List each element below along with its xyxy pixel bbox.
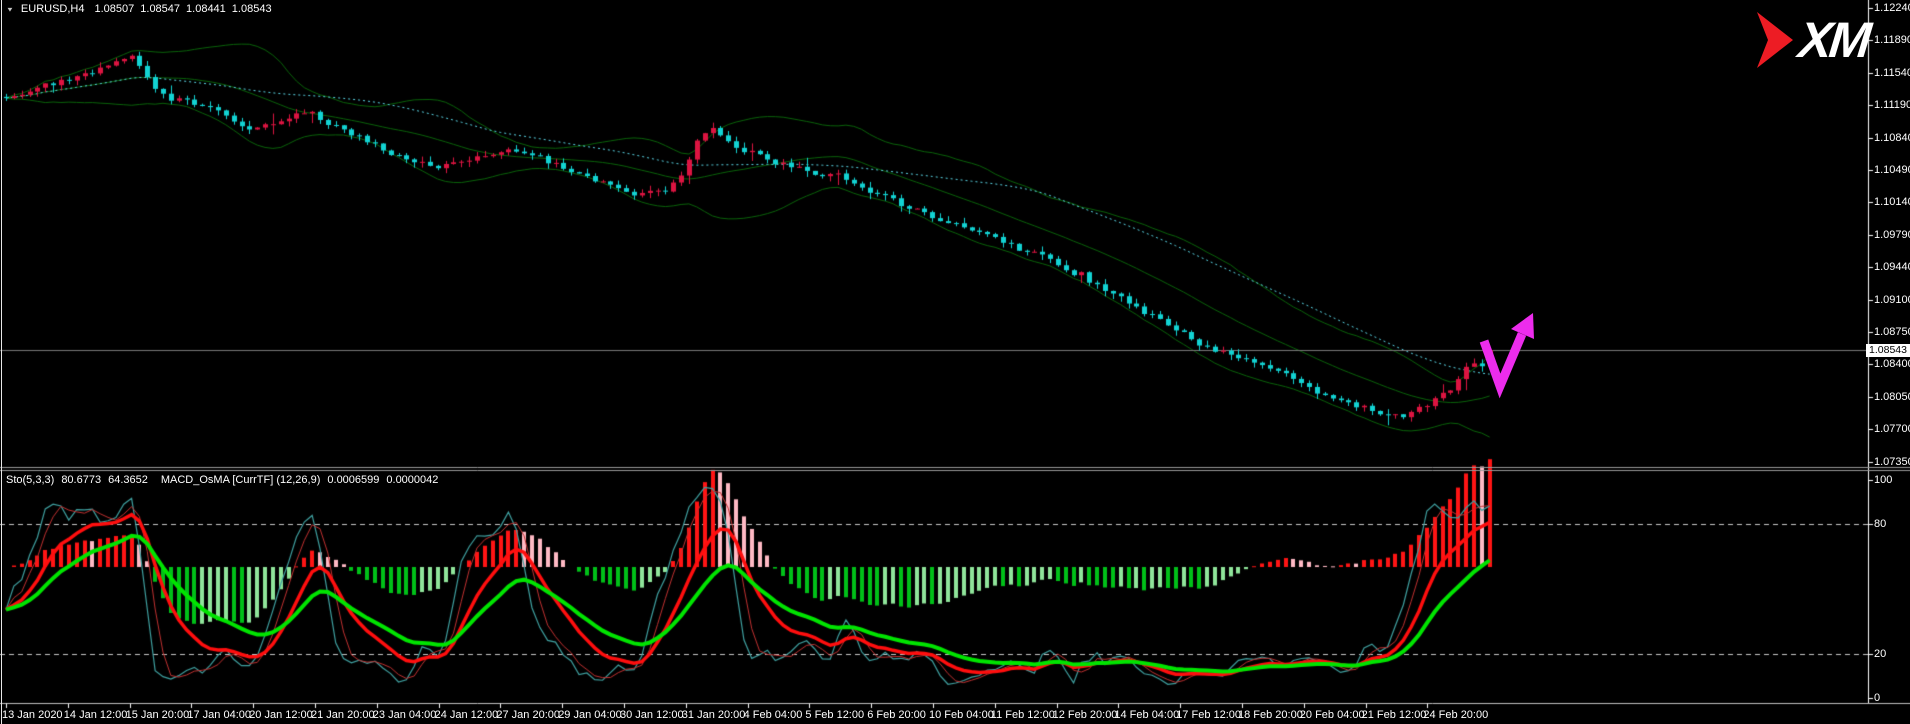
time-tick-label: 15 Jan 20:00 <box>126 709 190 721</box>
xm-logo-arrow-icon <box>1757 12 1797 68</box>
stochastic-d-value: 64.3652 <box>108 474 148 486</box>
time-tick-label: 20 Jan 12:00 <box>249 709 313 721</box>
ohlc-header: ▼ EURUSD,H4 1.08507 1.08547 1.08441 1.08… <box>6 3 278 15</box>
chart-canvas[interactable] <box>0 0 1910 724</box>
price-tick-label: 1.10140 <box>1874 196 1910 208</box>
low-value: 1.08441 <box>186 3 226 15</box>
time-tick-label: 6 Feb 20:00 <box>867 709 926 721</box>
time-tick-label: 27 Jan 20:00 <box>496 709 560 721</box>
time-tick-label: 29 Jan 04:00 <box>558 709 622 721</box>
price-tick-label: 1.07700 <box>1874 423 1910 435</box>
time-tick-label: 10 Feb 04:00 <box>929 709 994 721</box>
symbol-timeframe-label: EURUSD,H4 <box>21 3 85 15</box>
level-tick-label: 100 <box>1874 474 1892 486</box>
price-tick-label: 1.10840 <box>1874 132 1910 144</box>
stochastic-k-value: 80.6773 <box>61 474 101 486</box>
price-tick-label: 1.08750 <box>1874 326 1910 338</box>
time-tick-label: 11 Feb 12:00 <box>991 709 1055 721</box>
xm-logo-text: XM <box>1796 11 1871 69</box>
osma-value: 0.0000042 <box>386 474 438 486</box>
time-tick-label: 17 Jan 04:00 <box>187 709 251 721</box>
time-tick-label: 31 Jan 20:00 <box>682 709 746 721</box>
price-tick-label: 1.10490 <box>1874 164 1910 176</box>
indicator-header: Sto(5,3,3) 80.6773 64.3652 MACD_OsMA [CurrT… <box>6 474 445 486</box>
time-tick-label: 14 Jan 12:00 <box>64 709 128 721</box>
price-tick-label: 1.07350 <box>1874 456 1910 468</box>
price-tick-label: 1.09100 <box>1874 294 1910 306</box>
time-tick-label: 24 Feb 20:00 <box>1423 709 1488 721</box>
level-tick-label: 0 <box>1874 692 1880 704</box>
price-tick-label: 1.11540 <box>1874 67 1910 79</box>
price-tick-label: 1.09440 <box>1874 261 1910 273</box>
level-tick-label: 80 <box>1874 518 1886 530</box>
price-tick-label: 1.11890 <box>1874 34 1910 46</box>
time-tick-label: 18 Feb 20:00 <box>1238 709 1303 721</box>
price-tick-label: 1.09790 <box>1874 229 1910 241</box>
time-tick-label: 21 Feb 12:00 <box>1362 709 1427 721</box>
time-tick-label: 17 Feb 12:00 <box>1176 709 1241 721</box>
time-tick-label: 24 Jan 12:00 <box>435 709 499 721</box>
current-price-box: 1.08543 <box>1866 344 1910 357</box>
open-value: 1.08507 <box>95 3 135 15</box>
window-border-left <box>1 0 2 724</box>
chart-window: ▼ EURUSD,H4 1.08507 1.08547 1.08441 1.08… <box>0 0 1910 724</box>
price-tick-label: 1.08400 <box>1874 358 1910 370</box>
time-tick-label: 12 Feb 20:00 <box>1053 709 1118 721</box>
time-tick-label: 30 Jan 12:00 <box>620 709 684 721</box>
stochastic-label: Sto(5,3,3) <box>6 474 54 486</box>
time-tick-label: 14 Feb 04:00 <box>1114 709 1179 721</box>
price-tick-label: 1.12240 <box>1874 2 1910 14</box>
close-value: 1.08543 <box>232 3 272 15</box>
time-tick-label: 5 Feb 12:00 <box>805 709 864 721</box>
high-value: 1.08547 <box>140 3 180 15</box>
time-tick-label: 23 Jan 04:00 <box>373 709 437 721</box>
price-tick-label: 1.11190 <box>1874 99 1910 111</box>
time-tick-label: 20 Feb 04:00 <box>1300 709 1365 721</box>
level-tick-label: 20 <box>1874 648 1886 660</box>
time-tick-label: 4 Feb 04:00 <box>744 709 803 721</box>
symbol-dropdown-icon[interactable]: ▼ <box>6 5 14 12</box>
macd-value: 0.0006599 <box>327 474 379 486</box>
macd-label: MACD_OsMA [CurrTF] (12,26,9) <box>161 474 321 486</box>
time-tick-label: 13 Jan 2020 <box>2 709 63 721</box>
xm-logo: XM <box>1700 8 1868 72</box>
price-tick-label: 1.08050 <box>1874 391 1910 403</box>
time-tick-label: 21 Jan 20:00 <box>311 709 375 721</box>
